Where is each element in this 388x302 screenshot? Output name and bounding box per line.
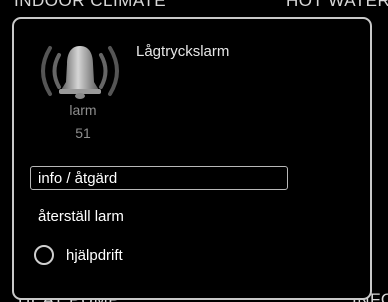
info-action-label: info / åtgärd	[38, 170, 118, 187]
help-mode-option[interactable]: hjälpdrift	[34, 245, 123, 265]
reset-alarm-button[interactable]: återställ larm	[38, 208, 124, 225]
alarm-bell-icon	[41, 46, 119, 99]
screen: INDOOR CLIMATE HOT WATER HEAT PUMP INFO …	[0, 0, 388, 302]
reset-alarm-label: återställ larm	[38, 208, 124, 225]
info-action-button[interactable]: info / åtgärd	[30, 166, 288, 190]
background-tab-label: INDOOR CLIMATE	[14, 0, 167, 10]
background-tab-label: HOT WATER	[286, 0, 388, 10]
help-mode-label: hjälpdrift	[66, 246, 123, 264]
dialog-title: Lågtryckslarm	[136, 43, 230, 60]
alarm-dialog: Lågtryckslarm larm 51 info / åtgärd åter…	[12, 17, 372, 300]
alarm-number: 51	[75, 125, 91, 141]
alarm-label: larm	[69, 102, 97, 118]
help-mode-radio[interactable]	[34, 245, 54, 265]
